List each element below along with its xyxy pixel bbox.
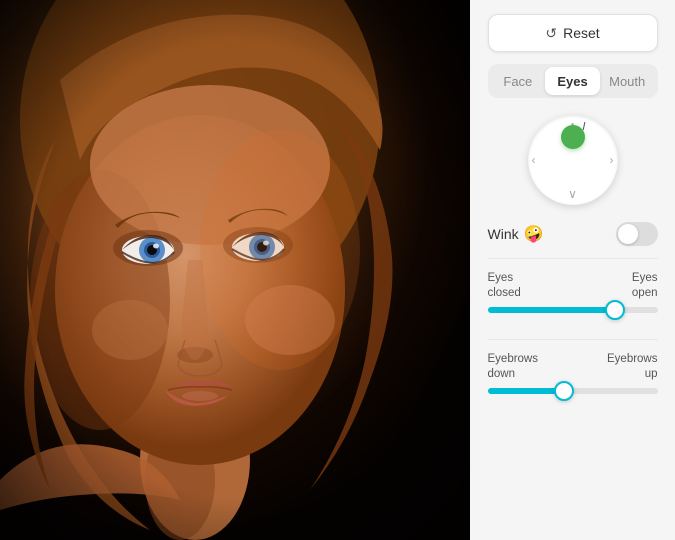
tab-mouth[interactable]: Mouth bbox=[600, 67, 655, 95]
label-eyes-open: Eyesopen bbox=[632, 271, 658, 301]
toggle-thumb bbox=[618, 224, 638, 244]
slider-eyebrows: Eyebrowsdown Eyebrowsup bbox=[488, 352, 658, 408]
cursor-icon: 𝐼 bbox=[583, 121, 586, 134]
wink-label: Wink 🤪 bbox=[488, 224, 544, 244]
slider-eyes-labels: Eyesclosed Eyesopen bbox=[488, 271, 658, 301]
divider-2 bbox=[488, 339, 658, 340]
wink-emoji: 🤪 bbox=[524, 224, 544, 244]
portrait-panel bbox=[0, 0, 470, 540]
portrait-image bbox=[0, 0, 470, 540]
slider-eyes-fill bbox=[488, 307, 616, 313]
tab-eyes[interactable]: Eyes bbox=[545, 67, 600, 95]
wink-row: Wink 🤪 bbox=[488, 222, 658, 246]
reset-icon: ↺ bbox=[545, 25, 557, 42]
label-eyebrows-down: Eyebrowsdown bbox=[488, 352, 539, 382]
controls-panel: ↺ Reset Face Eyes Mouth ∧ ∨ ‹ › 𝐼 Wink 🤪 bbox=[470, 0, 675, 540]
label-eyes-closed: Eyesclosed bbox=[488, 271, 521, 301]
reset-button[interactable]: ↺ Reset bbox=[488, 14, 658, 52]
tab-bar: Face Eyes Mouth bbox=[488, 64, 658, 98]
slider-eyebrows-labels: Eyebrowsdown Eyebrowsup bbox=[488, 352, 658, 382]
slider-eyes-track[interactable] bbox=[488, 307, 658, 313]
label-eyebrows-up: Eyebrowsup bbox=[607, 352, 658, 382]
slider-eyebrows-thumb[interactable] bbox=[554, 381, 574, 401]
dial-arrow-right[interactable]: › bbox=[610, 153, 614, 167]
wink-toggle[interactable] bbox=[616, 222, 658, 246]
dial-dot bbox=[561, 125, 585, 149]
slider-eyes-thumb[interactable] bbox=[605, 300, 625, 320]
reset-label: Reset bbox=[563, 25, 600, 41]
slider-eyebrows-track[interactable] bbox=[488, 388, 658, 394]
slider-eyes: Eyesclosed Eyesopen bbox=[488, 271, 658, 327]
dial-ring[interactable]: ∧ ∨ ‹ › 𝐼 bbox=[528, 115, 618, 205]
dial-arrow-left[interactable]: ‹ bbox=[532, 153, 536, 167]
slider-eyebrows-fill bbox=[488, 388, 565, 394]
dial-container: ∧ ∨ ‹ › 𝐼 bbox=[523, 110, 623, 210]
divider-1 bbox=[488, 258, 658, 259]
dial-arrow-down[interactable]: ∨ bbox=[568, 187, 577, 201]
tab-face[interactable]: Face bbox=[491, 67, 546, 95]
